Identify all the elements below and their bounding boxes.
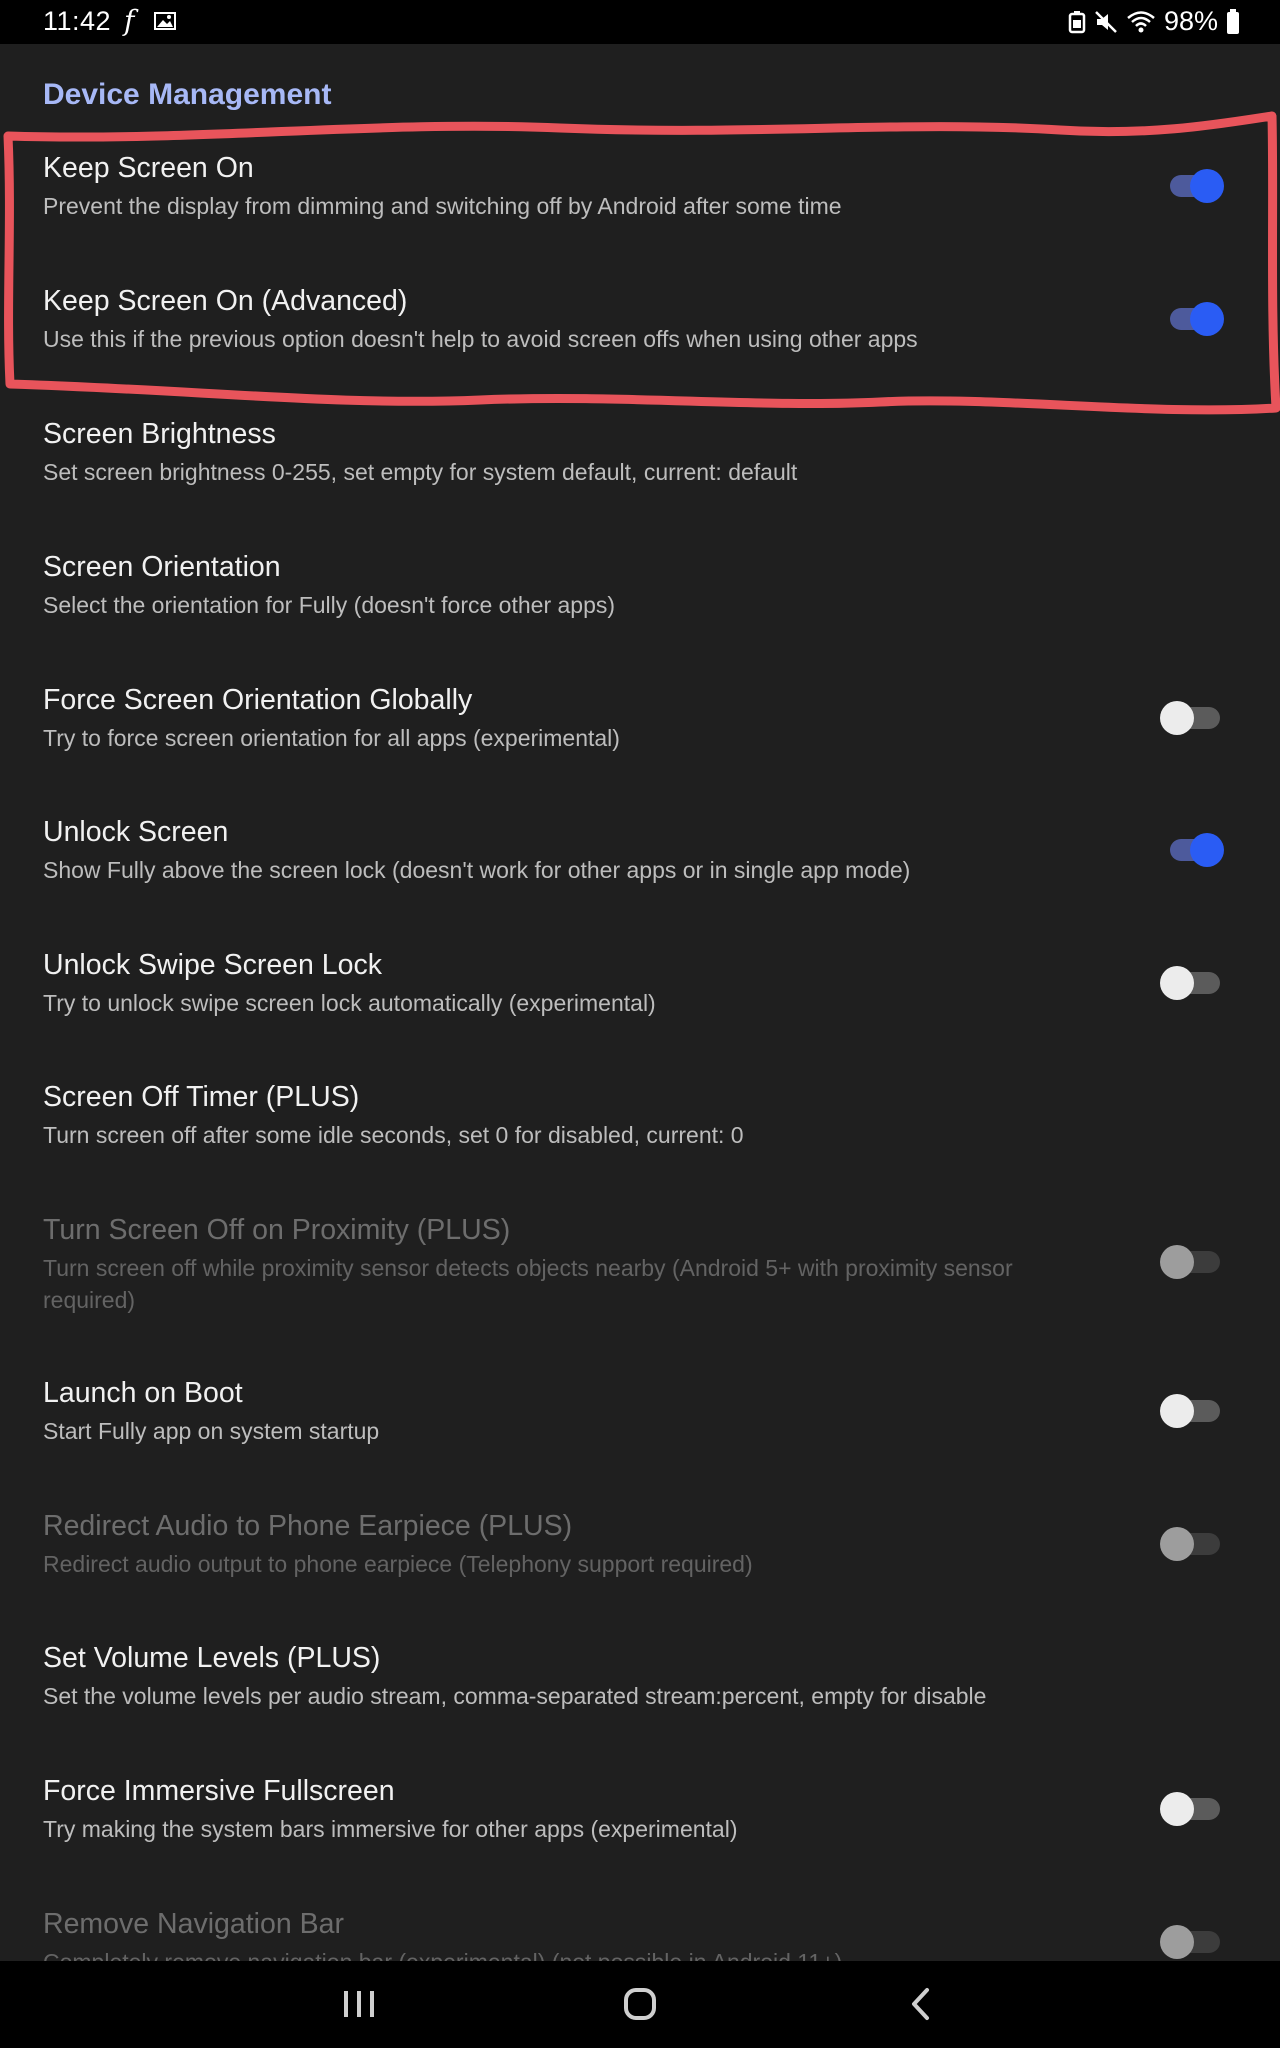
status-bar: 11:42 f 98% <box>0 0 1280 44</box>
setting-summary: Redirect audio output to phone earpiece … <box>43 1551 753 1577</box>
toggle-switch <box>1160 1524 1220 1564</box>
toggle-switch[interactable] <box>1160 1789 1220 1829</box>
setting-title: Remove Navigation Bar <box>43 1908 344 1940</box>
setting-summary: Completely remove navigation bar (experi… <box>43 1946 1103 1961</box>
setting-summary: Prevent the display from dimming and swi… <box>43 193 842 219</box>
toggle-switch[interactable] <box>1160 963 1220 1003</box>
toggle-thumb <box>1160 1245 1194 1279</box>
setting-summary: Start Fully app on system startup <box>43 1418 380 1444</box>
toggle-switch[interactable] <box>1160 166 1224 206</box>
status-time: 11:42 <box>43 6 112 36</box>
setting-title: Launch on Boot <box>43 1377 243 1409</box>
setting-summary: Set screen brightness 0-255, set empty f… <box>43 459 798 485</box>
setting-title: Keep Screen On (Advanced) <box>43 285 408 317</box>
wifi-icon <box>1126 10 1156 34</box>
setting-title: Screen Orientation <box>43 551 281 583</box>
setting-title: Screen Off Timer (PLUS) <box>43 1081 360 1113</box>
toggle-thumb <box>1160 966 1194 1000</box>
home-icon[interactable] <box>610 1979 670 2029</box>
back-icon[interactable] <box>890 1979 950 2029</box>
setting-summary: Use this if the previous option doesn't … <box>43 326 918 352</box>
setting-title: Force Screen Orientation Globally <box>43 684 473 716</box>
toggle-thumb <box>1160 1527 1194 1561</box>
setting-summary: Try making the system bars immersive for… <box>43 1816 738 1842</box>
setting-title: Keep Screen On <box>43 152 254 184</box>
navigation-bar <box>0 1961 1280 2048</box>
setting-title: Redirect Audio to Phone Earpiece (PLUS) <box>43 1510 573 1542</box>
section-title: Device Management <box>43 78 332 111</box>
setting-summary: Turn screen off while proximity sensor d… <box>43 1255 1013 1313</box>
toggle-thumb <box>1160 1925 1194 1959</box>
battery-saver-icon <box>1068 10 1086 34</box>
setting-title: Turn Screen Off on Proximity (PLUS) <box>43 1214 511 1246</box>
setting-title: Set Volume Levels (PLUS) <box>43 1642 381 1674</box>
recents-icon[interactable] <box>329 1979 389 2029</box>
battery-icon <box>1226 8 1240 35</box>
battery-percent: 98% <box>1163 6 1218 36</box>
mute-icon <box>1094 10 1118 34</box>
setting-summary: Select the orientation for Fully (doesn'… <box>43 592 616 618</box>
setting-summary: Try to unlock swipe screen lock automati… <box>43 990 656 1016</box>
facebook-icon: f <box>124 4 135 37</box>
toggle-thumb <box>1160 701 1194 735</box>
toggle-switch[interactable] <box>1160 1391 1220 1431</box>
setting-title: Unlock Screen <box>43 816 229 848</box>
setting-summary: Turn screen off after some idle seconds,… <box>43 1122 744 1148</box>
toggle-switch <box>1160 1922 1220 1961</box>
toggle-switch <box>1160 1242 1220 1282</box>
setting-summary: Set the volume levels per audio stream, … <box>43 1683 987 1709</box>
gallery-icon <box>154 12 176 30</box>
toggle-switch[interactable] <box>1160 299 1224 339</box>
status-icons: 98% <box>1068 6 1240 37</box>
toggle-thumb <box>1190 302 1224 336</box>
toggle-thumb <box>1190 169 1224 203</box>
setting-summary: Try to force screen orientation for all … <box>43 725 620 751</box>
toggle-switch[interactable] <box>1160 698 1220 738</box>
setting-title: Force Immersive Fullscreen <box>43 1775 395 1807</box>
setting-title: Unlock Swipe Screen Lock <box>43 949 382 981</box>
screen: 11:42 f 98% Device Management Keep Scree… <box>0 0 1280 2048</box>
settings-list[interactable]: Device Management Keep Screen On Prevent… <box>0 44 1280 1961</box>
setting-title: Screen Brightness <box>43 418 276 450</box>
toggle-switch[interactable] <box>1160 830 1224 870</box>
toggle-thumb <box>1160 1394 1194 1428</box>
setting-summary: Show Fully above the screen lock (doesn'… <box>43 857 911 883</box>
toggle-thumb <box>1190 833 1224 867</box>
toggle-thumb <box>1160 1792 1194 1826</box>
